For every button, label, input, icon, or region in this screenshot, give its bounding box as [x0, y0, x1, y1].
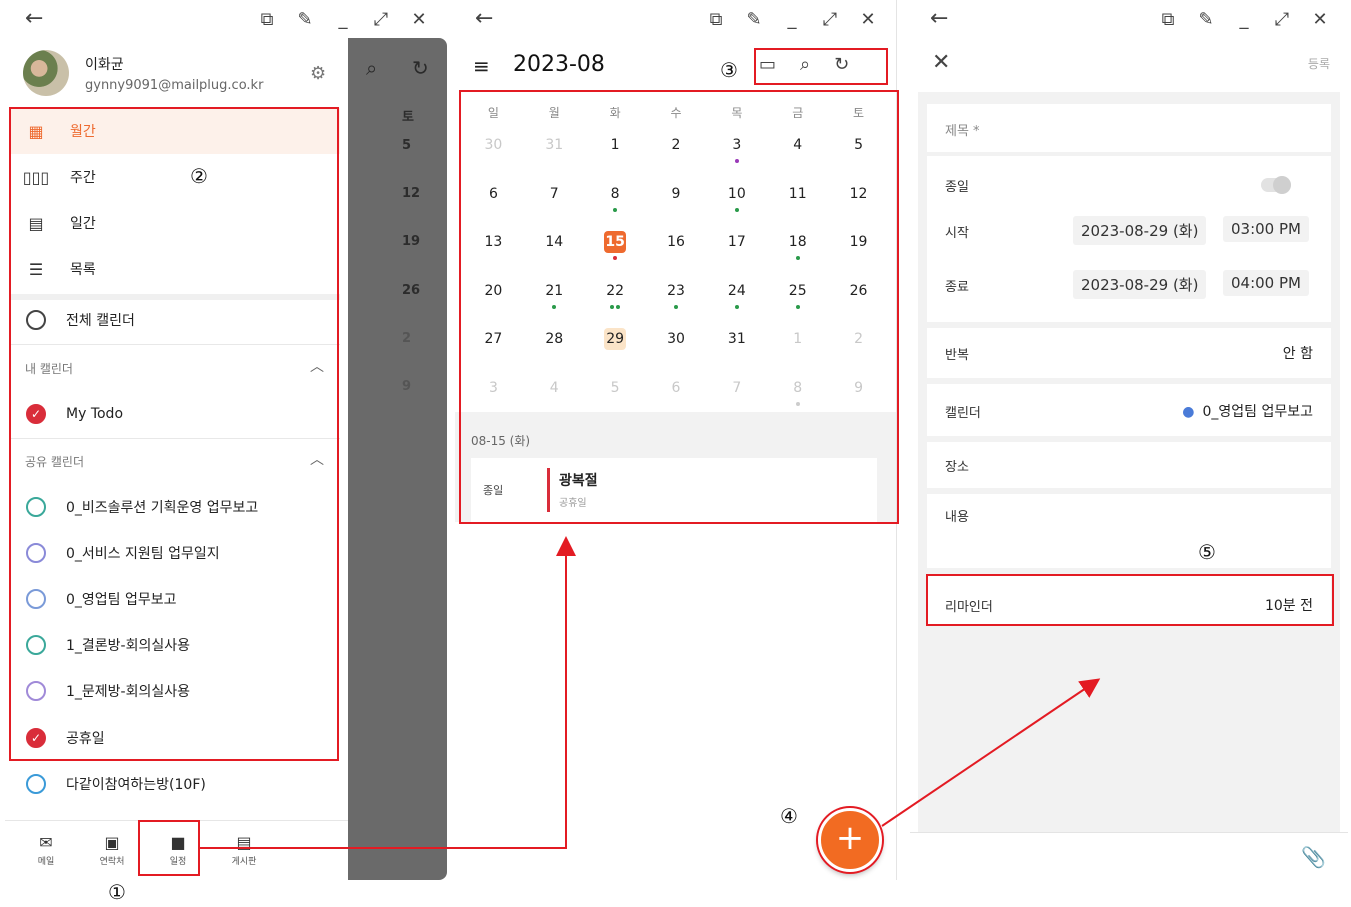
annotation-arrows [200, 536, 1101, 849]
arrow-fab-to-form [881, 678, 1101, 827]
arrow-schedule-to-calendar [200, 536, 576, 849]
